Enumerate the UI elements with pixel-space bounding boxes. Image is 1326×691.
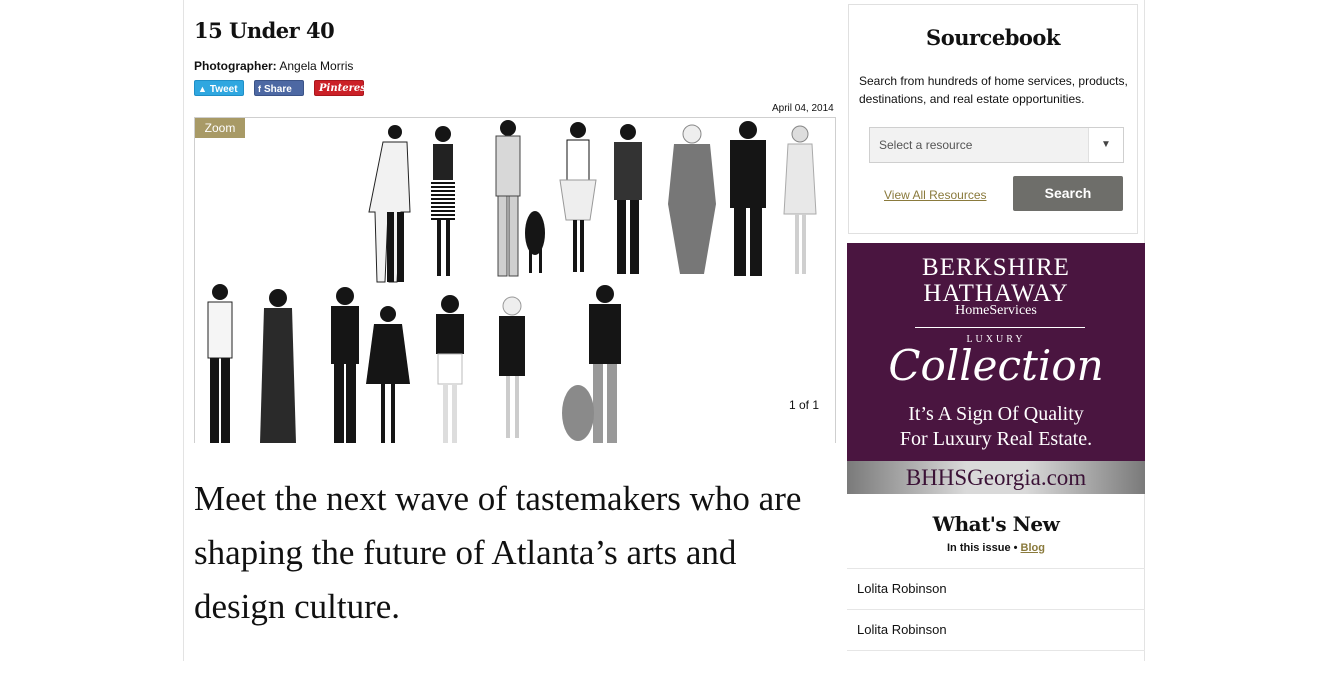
share-label: Share <box>264 84 292 95</box>
berkshire-hathaway-ad[interactable]: BERKSHIRE HATHAWAY HomeServices LUXURY C… <box>847 243 1145 494</box>
list-item[interactable]: Lolita Robinson <box>847 568 1145 609</box>
resource-select[interactable]: Select a resource ▼ <box>869 127 1124 163</box>
ad-divider <box>915 327 1085 328</box>
photographer-label: Photographer: <box>194 59 277 73</box>
sourcebook-widget: Sourcebook Search from hundreds of home … <box>848 4 1138 234</box>
sourcebook-title: Sourcebook <box>926 25 1060 50</box>
dropdown-arrow-icon[interactable]: ▼ <box>1088 128 1123 162</box>
blog-tab[interactable]: Blog <box>1021 542 1045 554</box>
pinterest-label: Pinterest <box>319 83 371 94</box>
whats-new-subnav: In this issue • Blog <box>847 542 1145 554</box>
view-all-resources-link[interactable]: View All Resources <box>884 188 987 202</box>
photo-gallery[interactable]: Zoom 1 of 1 <box>194 117 836 443</box>
ad-collection: Collection <box>888 341 1104 390</box>
in-this-issue-tab[interactable]: In this issue <box>947 542 1011 554</box>
resource-select-value: Select a resource <box>879 138 973 152</box>
ad-homeservices: HomeServices <box>955 303 1037 318</box>
publish-date: April 04, 2014 <box>772 103 834 114</box>
zoom-button[interactable]: Zoom <box>195 118 245 138</box>
ad-brand-line-1: BERKSHIRE <box>922 254 1070 281</box>
facebook-share-button[interactable]: f Share <box>254 80 304 96</box>
subnav-separator: • <box>1013 542 1018 554</box>
tweet-button[interactable]: ▲ Tweet <box>194 80 244 96</box>
photographer-credit: Photographer: Angela Morris <box>194 59 353 73</box>
article-lede: Meet the next wave of tastemakers who ar… <box>194 479 802 626</box>
ad-tagline-2: For Luxury Real Estate. <box>899 428 1093 450</box>
search-button[interactable]: Search <box>1013 176 1123 211</box>
page-container: 15 Under 40 Photographer: Angela Morris … <box>183 0 1145 661</box>
person-figure <box>368 125 411 283</box>
gallery-counter: 1 of 1 <box>788 398 819 412</box>
tweet-label: Tweet <box>209 84 238 95</box>
list-item[interactable]: Lolita Robinson <box>847 609 1145 650</box>
pinterest-button[interactable]: Pinterest <box>314 80 370 96</box>
group-photo-image <box>207 120 817 443</box>
ad-url[interactable]: BHHSGeorgia.com <box>847 461 1145 494</box>
facebook-icon: f <box>258 84 261 94</box>
sourcebook-description: Search from hundreds of home services, p… <box>859 74 1128 106</box>
list-item <box>847 650 1145 691</box>
article-title: 15 Under 40 <box>194 18 335 43</box>
twitter-bird-icon: ▲ <box>198 84 207 94</box>
ad-brand-name: BERKSHIRE HATHAWAY <box>847 255 1145 307</box>
whats-new-title: What's New <box>932 512 1060 536</box>
photographer-name: Angela Morris <box>279 59 354 73</box>
ad-tagline-1: It’s A Sign Of Quality <box>908 403 1084 425</box>
